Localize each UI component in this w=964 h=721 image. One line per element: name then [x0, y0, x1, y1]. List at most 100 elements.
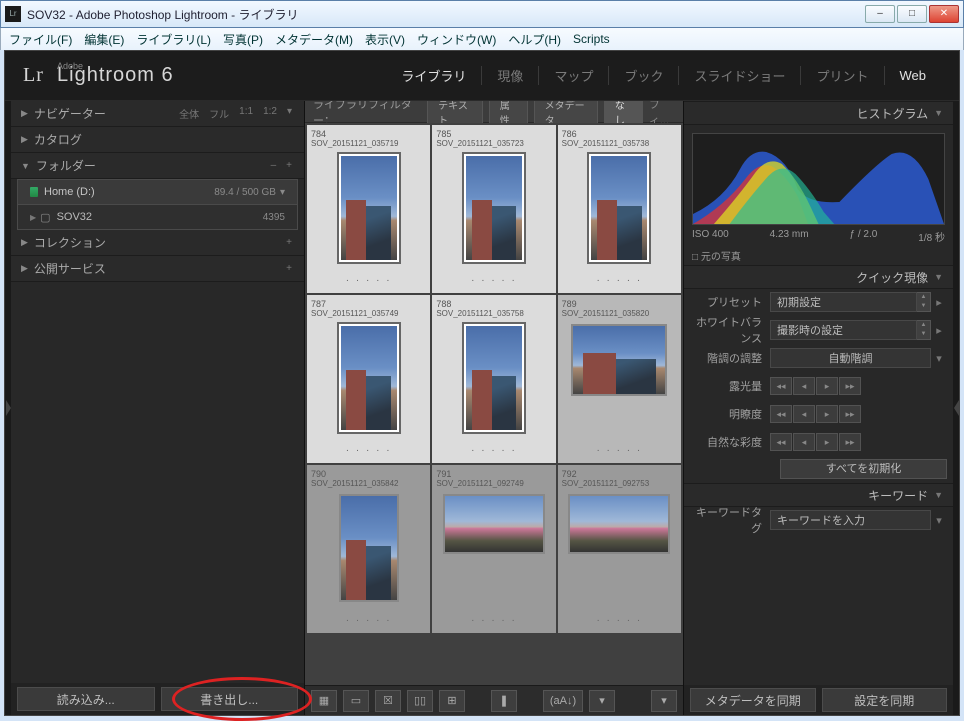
- loupe-view-button[interactable]: ▭: [343, 690, 369, 712]
- remove-folder-button[interactable]: –: [269, 160, 279, 171]
- menu-file[interactable]: ファイル(F): [9, 31, 72, 48]
- people-view-button[interactable]: ⊞: [439, 690, 465, 712]
- module-develop[interactable]: 現像: [482, 66, 539, 85]
- export-button[interactable]: 書き出し...: [161, 687, 299, 711]
- rating-dots[interactable]: · · · · ·: [311, 445, 426, 459]
- preset-stepper[interactable]: ▲▼: [917, 292, 931, 312]
- module-library[interactable]: ライブラリ: [386, 66, 482, 85]
- keywords-label: キーワード: [868, 487, 928, 504]
- identity-bar: Adobe Lr Lightroom 6 ライブラリ 現像 マップ ブック スラ…: [5, 51, 959, 101]
- maximize-button[interactable]: □: [897, 5, 927, 23]
- module-map[interactable]: マップ: [539, 66, 609, 85]
- thumbnail-cell[interactable]: 792SOV_20151121_092753· · · · ·: [558, 465, 681, 633]
- rating-dots[interactable]: · · · · ·: [436, 445, 551, 459]
- thumbnail-cell[interactable]: 789SOV_20151121_035820· · · · ·: [558, 295, 681, 463]
- import-button[interactable]: 読み込み...: [17, 687, 155, 711]
- thumbnail-cell[interactable]: 791SOV_20151121_092749· · · · ·: [432, 465, 555, 633]
- rating-dots[interactable]: · · · · ·: [311, 615, 426, 629]
- rating-dots[interactable]: · · · · ·: [436, 615, 551, 629]
- sync-settings-button[interactable]: 設定を同期: [822, 688, 948, 712]
- chevron-down-icon[interactable]: ▾: [280, 187, 285, 198]
- menu-help[interactable]: ヘルプ(H): [508, 31, 561, 48]
- close-button[interactable]: ✕: [929, 5, 959, 23]
- library-filter-bar: ライブラリフィルター： テキスト 属性 メタデータ なし フィ...: [305, 101, 683, 123]
- reset-all-button[interactable]: すべてを初期化: [780, 459, 947, 479]
- autotone-button[interactable]: 自動階調: [770, 348, 931, 368]
- thumbnail-cell[interactable]: 785SOV_20151121_035723· · · · ·: [432, 125, 555, 293]
- module-slideshow[interactable]: スライドショー: [679, 66, 801, 85]
- sort-menu-button[interactable]: ▾: [589, 690, 615, 712]
- nav-fill[interactable]: フル: [207, 106, 231, 121]
- whitebalance-select[interactable]: 撮影時の設定: [770, 320, 917, 340]
- sort-button[interactable]: (aA↓): [543, 690, 583, 712]
- add-publish-button[interactable]: +: [284, 263, 294, 274]
- module-book[interactable]: ブック: [609, 66, 679, 85]
- grid-view-button[interactable]: ▦: [311, 690, 337, 712]
- menu-metadata[interactable]: メタデータ(M): [275, 31, 353, 48]
- publish-label: 公開サービス: [34, 260, 284, 277]
- chevron-down-icon[interactable]: ▾: [285, 106, 294, 121]
- nav-1to1[interactable]: 1:1: [237, 106, 255, 121]
- clarity-stepper[interactable]: ◂◂◂▸▸▸: [770, 405, 861, 423]
- thumbnail-cell[interactable]: 788SOV_20151121_035758· · · · ·: [432, 295, 555, 463]
- module-print[interactable]: プリント: [801, 66, 884, 85]
- thumb-index: 787: [311, 299, 426, 309]
- folders-header[interactable]: ▼ フォルダー – +: [11, 153, 304, 179]
- center-toolbar: ▦ ▭ ☒ ▯▯ ⊞ ❚ (aA↓) ▾ ▾: [305, 685, 683, 715]
- add-collection-button[interactable]: +: [284, 237, 294, 248]
- rating-dots[interactable]: · · · · ·: [562, 275, 677, 289]
- clarity-label: 明瞭度: [690, 406, 770, 422]
- histogram-header[interactable]: ヒストグラム▼: [684, 101, 953, 125]
- keyword-tag-input[interactable]: キーワードを入力: [770, 510, 931, 530]
- menu-library[interactable]: ライブラリ(L): [136, 31, 211, 48]
- publish-header[interactable]: ▶ 公開サービス +: [11, 256, 304, 282]
- folder-row[interactable]: ▶ ▢ SOV32 4395: [17, 204, 298, 230]
- collections-header[interactable]: ▶ コレクション +: [11, 230, 304, 256]
- survey-view-button[interactable]: ▯▯: [407, 690, 433, 712]
- histogram-label: ヒストグラム: [856, 105, 928, 122]
- exposure-stepper[interactable]: ◂◂◂▸▸▸: [770, 377, 861, 395]
- compare-view-button[interactable]: ☒: [375, 690, 401, 712]
- whitebalance-stepper[interactable]: ▲▼: [917, 320, 931, 340]
- module-web[interactable]: Web: [885, 68, 942, 83]
- exposure-label: 露光量: [690, 378, 770, 394]
- rating-dots[interactable]: · · · · ·: [562, 445, 677, 459]
- rating-dots[interactable]: · · · · ·: [562, 615, 677, 629]
- navigator-header[interactable]: ▶ ナビゲーター 全体 フル 1:1 1:2 ▾: [11, 101, 304, 127]
- keyword-expand-icon[interactable]: ▾: [931, 514, 947, 527]
- quickdev-header[interactable]: クイック現像▼: [684, 265, 953, 289]
- thumbnail-cell[interactable]: 787SOV_20151121_035749 · · · · ·: [307, 295, 430, 463]
- rating-dots[interactable]: · · · · ·: [436, 275, 551, 289]
- thumb-image: [443, 494, 545, 554]
- preset-select[interactable]: 初期設定: [770, 292, 917, 312]
- menu-window[interactable]: ウィンドウ(W): [417, 31, 496, 48]
- add-folder-button[interactable]: +: [284, 160, 294, 171]
- tone-expand-icon[interactable]: ▾: [931, 352, 947, 365]
- toolbar-menu-button[interactable]: ▾: [651, 690, 677, 712]
- menu-edit[interactable]: 編集(E): [84, 31, 124, 48]
- thumb-filename: SOV_20151121_035749: [311, 309, 426, 318]
- catalog-header[interactable]: ▶ カタログ: [11, 127, 304, 153]
- thumbnail-cell[interactable]: 790SOV_20151121_035842· · · · ·: [307, 465, 430, 633]
- menu-scripts[interactable]: Scripts: [573, 32, 610, 46]
- right-edge-toggle[interactable]: [953, 101, 959, 715]
- vibrance-label: 自然な彩度: [690, 434, 770, 450]
- nav-fit[interactable]: 全体: [177, 106, 201, 121]
- menu-photo[interactable]: 写真(P): [223, 31, 263, 48]
- histogram-iso: ISO 400: [692, 229, 729, 244]
- minimize-button[interactable]: –: [865, 5, 895, 23]
- original-photo-checkbox[interactable]: □: [692, 252, 698, 263]
- rating-dots[interactable]: · · · · ·: [311, 275, 426, 289]
- volume-row[interactable]: Home (D:) 89.4 / 500 GB▾: [17, 179, 298, 205]
- wb-expand-icon[interactable]: ▸: [931, 324, 947, 337]
- app-icon: Lr: [5, 6, 21, 22]
- thumbnail-cell[interactable]: 784SOV_20151121_035719· · · · ·: [307, 125, 430, 293]
- preset-expand-icon[interactable]: ▸: [931, 296, 947, 309]
- nav-1to2[interactable]: 1:2: [261, 106, 279, 121]
- thumbnail-cell[interactable]: 786SOV_20151121_035738· · · · ·: [558, 125, 681, 293]
- menu-view[interactable]: 表示(V): [365, 31, 405, 48]
- histogram-panel: ISO 400 4.23 mm ƒ / 2.0 1/8 秒 □ 元の写真: [684, 125, 953, 265]
- sync-metadata-button[interactable]: メタデータを同期: [690, 688, 816, 712]
- vibrance-stepper[interactable]: ◂◂◂▸▸▸: [770, 433, 861, 451]
- painter-tool-button[interactable]: ❚: [491, 690, 517, 712]
